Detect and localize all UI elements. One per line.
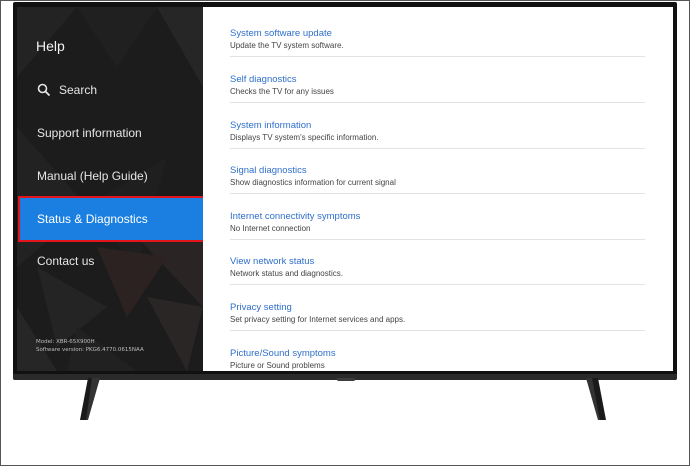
sidebar-item-label: Status & Diagnostics bbox=[37, 212, 148, 226]
sidebar-item-manual[interactable]: Manual (Help Guide) bbox=[17, 155, 203, 197]
search-icon bbox=[37, 83, 51, 97]
sidebar-item-search[interactable]: Search bbox=[17, 69, 203, 111]
sidebar-item-contact-us[interactable]: Contact us bbox=[17, 240, 203, 282]
list-item-picture-sound-symptoms[interactable]: Picture/Sound symptoms Picture or Sound … bbox=[230, 331, 645, 371]
software-version-label: Software version: PKG6.4770.0615NAA bbox=[36, 347, 144, 353]
list-item-privacy-setting[interactable]: Privacy setting Set privacy setting for … bbox=[230, 285, 645, 331]
list-item-description: No Internet connection bbox=[230, 224, 311, 233]
tv-power-indicator bbox=[337, 378, 355, 381]
list-item-system-information[interactable]: System information Displays TV system's … bbox=[230, 103, 645, 149]
list-item-title: System information bbox=[230, 120, 312, 131]
list-item-description: Set privacy setting for Internet service… bbox=[230, 315, 406, 324]
list-item-description: Network status and diagnostics. bbox=[230, 269, 343, 278]
model-label: Model: XBR-65X900H bbox=[36, 339, 95, 345]
diagnostics-list: System software update Update the TV sys… bbox=[203, 7, 673, 371]
tv-stand-right-leg bbox=[586, 378, 606, 420]
list-item-title: View network status bbox=[230, 256, 315, 267]
list-item-title: Self diagnostics bbox=[230, 74, 297, 85]
list-item-view-network-status[interactable]: View network status Network status and d… bbox=[230, 239, 645, 285]
sidebar-item-label: Contact us bbox=[37, 254, 95, 268]
help-title: Help bbox=[36, 38, 65, 54]
list-item-system-software-update[interactable]: System software update Update the TV sys… bbox=[230, 11, 645, 57]
sidebar-item-label: Support information bbox=[37, 126, 142, 140]
list-item-description: Picture or Sound problems bbox=[230, 361, 325, 370]
list-item-internet-connectivity-symptoms[interactable]: Internet connectivity symptoms No Intern… bbox=[230, 194, 645, 240]
help-sidebar: Help Search Support information Manual (… bbox=[17, 7, 203, 371]
tv-bezel: Help Search Support information Manual (… bbox=[13, 2, 677, 380]
list-item-description: Displays TV system's specific informatio… bbox=[230, 133, 379, 142]
sidebar-item-label: Search bbox=[59, 83, 98, 97]
sidebar-item-support-information[interactable]: Support information bbox=[17, 112, 203, 154]
list-item-title: Signal diagnostics bbox=[230, 165, 307, 176]
list-item-description: Show diagnostics information for current… bbox=[230, 178, 396, 187]
sidebar-item-label: Manual (Help Guide) bbox=[37, 169, 148, 183]
sidebar-item-status-diagnostics[interactable]: Status & Diagnostics bbox=[18, 196, 203, 242]
list-item-description: Checks the TV for any issues bbox=[230, 87, 334, 96]
list-item-self-diagnostics[interactable]: Self diagnostics Checks the TV for any i… bbox=[230, 57, 645, 103]
list-item-title: Picture/Sound symptoms bbox=[230, 348, 336, 359]
tv-stand-left-leg bbox=[80, 378, 100, 420]
list-item-title: Internet connectivity symptoms bbox=[230, 211, 361, 222]
list-item-title: Privacy setting bbox=[230, 302, 292, 313]
tv-screen: Help Search Support information Manual (… bbox=[17, 7, 673, 371]
list-item-signal-diagnostics[interactable]: Signal diagnostics Show diagnostics info… bbox=[230, 148, 645, 194]
model-info: Model: XBR-65X900H Software version: PKG… bbox=[36, 338, 144, 354]
list-item-title: System software update bbox=[230, 28, 332, 39]
list-item-description: Update the TV system software. bbox=[230, 41, 344, 50]
